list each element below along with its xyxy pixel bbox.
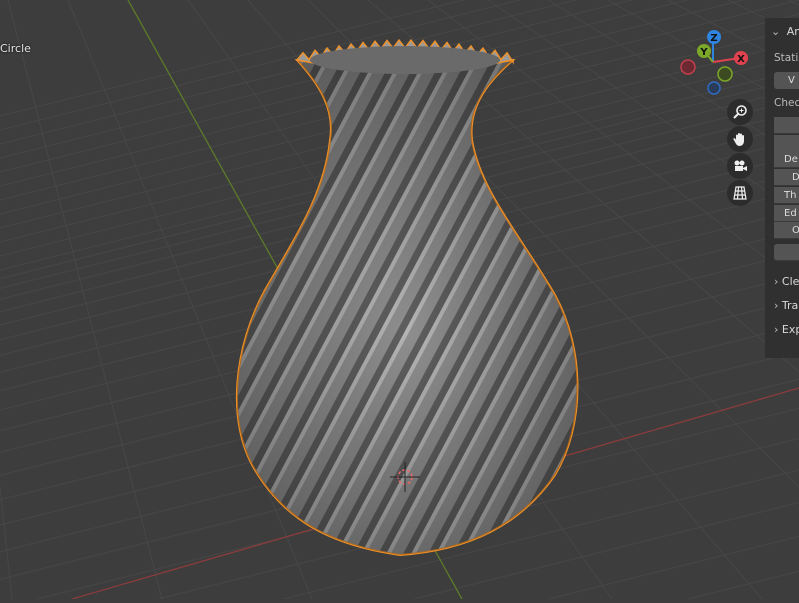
grid-line bbox=[688, 570, 799, 600]
section-label: Tra bbox=[781, 299, 799, 312]
navigation-gizmo[interactable]: Z Y X bbox=[680, 30, 748, 95]
check-button[interactable]: O bbox=[774, 222, 799, 239]
vase-mesh bbox=[235, 38, 579, 557]
vase-opening bbox=[310, 46, 500, 74]
grid-line bbox=[7, 0, 163, 600]
chevron-right-icon: › bbox=[774, 275, 779, 288]
check-button[interactable]: Ed bbox=[774, 205, 799, 222]
perspective-toggle-button[interactable] bbox=[727, 180, 753, 206]
section-label: Exp bbox=[781, 323, 799, 336]
check-button[interactable]: De bbox=[774, 151, 799, 168]
camera-icon bbox=[734, 160, 747, 171]
check-button[interactable] bbox=[774, 117, 799, 134]
section-transform[interactable]: › Tra bbox=[774, 299, 798, 312]
statistics-button-label: V bbox=[788, 75, 795, 86]
gizmo-z-label: Z bbox=[710, 33, 717, 44]
grid-line bbox=[548, 535, 799, 600]
check-button[interactable] bbox=[774, 244, 799, 261]
gizmo-neg-z bbox=[707, 81, 721, 95]
gizmo-neg-x bbox=[680, 59, 696, 75]
viewport-scene: Z Y X bbox=[0, 0, 799, 600]
sidebar-panel: ⌄ Ana Statis V Chec De D Th Ed O › Cle › Tra… bbox=[765, 18, 799, 358]
analyze-panel-header[interactable]: ⌄ Ana bbox=[771, 25, 799, 38]
check-button-label: Th bbox=[784, 190, 797, 201]
section-label: Cle bbox=[781, 275, 799, 288]
check-button[interactable]: Th bbox=[774, 187, 799, 204]
hand-pan-icon bbox=[733, 133, 744, 146]
active-object-name: Circle bbox=[0, 42, 31, 55]
check-button[interactable] bbox=[774, 135, 799, 152]
gizmo-y-label: Y bbox=[699, 47, 708, 58]
zoom-icon bbox=[733, 105, 747, 119]
camera-view-button[interactable] bbox=[727, 153, 753, 179]
statistics-label: Statis bbox=[774, 52, 799, 64]
grid-line bbox=[487, 0, 799, 214]
statistics-button[interactable]: V bbox=[774, 72, 799, 89]
chevron-right-icon: › bbox=[774, 299, 779, 312]
section-clean-up[interactable]: › Cle bbox=[774, 275, 799, 288]
check-button-label: O bbox=[792, 222, 799, 238]
chevron-down-icon: ⌄ bbox=[771, 25, 781, 38]
check-button-label: Ed bbox=[784, 208, 797, 219]
check-button-label: D bbox=[792, 172, 799, 183]
panel-header-label: Ana bbox=[786, 25, 799, 38]
pan-button[interactable] bbox=[727, 126, 753, 152]
checks-label: Chec bbox=[774, 97, 799, 109]
check-button-label: De bbox=[784, 154, 798, 165]
section-export[interactable]: › Exp bbox=[774, 323, 799, 336]
gizmo-x-label: X bbox=[737, 54, 745, 65]
check-button[interactable]: D bbox=[774, 169, 799, 186]
gizmo-neg-y bbox=[717, 66, 733, 82]
grid-view-icon bbox=[733, 186, 747, 200]
zoom-button[interactable] bbox=[727, 99, 753, 125]
3d-viewport[interactable]: Z Y X Circle bbox=[0, 0, 799, 600]
chevron-right-icon: › bbox=[774, 323, 779, 336]
grid-line bbox=[0, 486, 13, 600]
